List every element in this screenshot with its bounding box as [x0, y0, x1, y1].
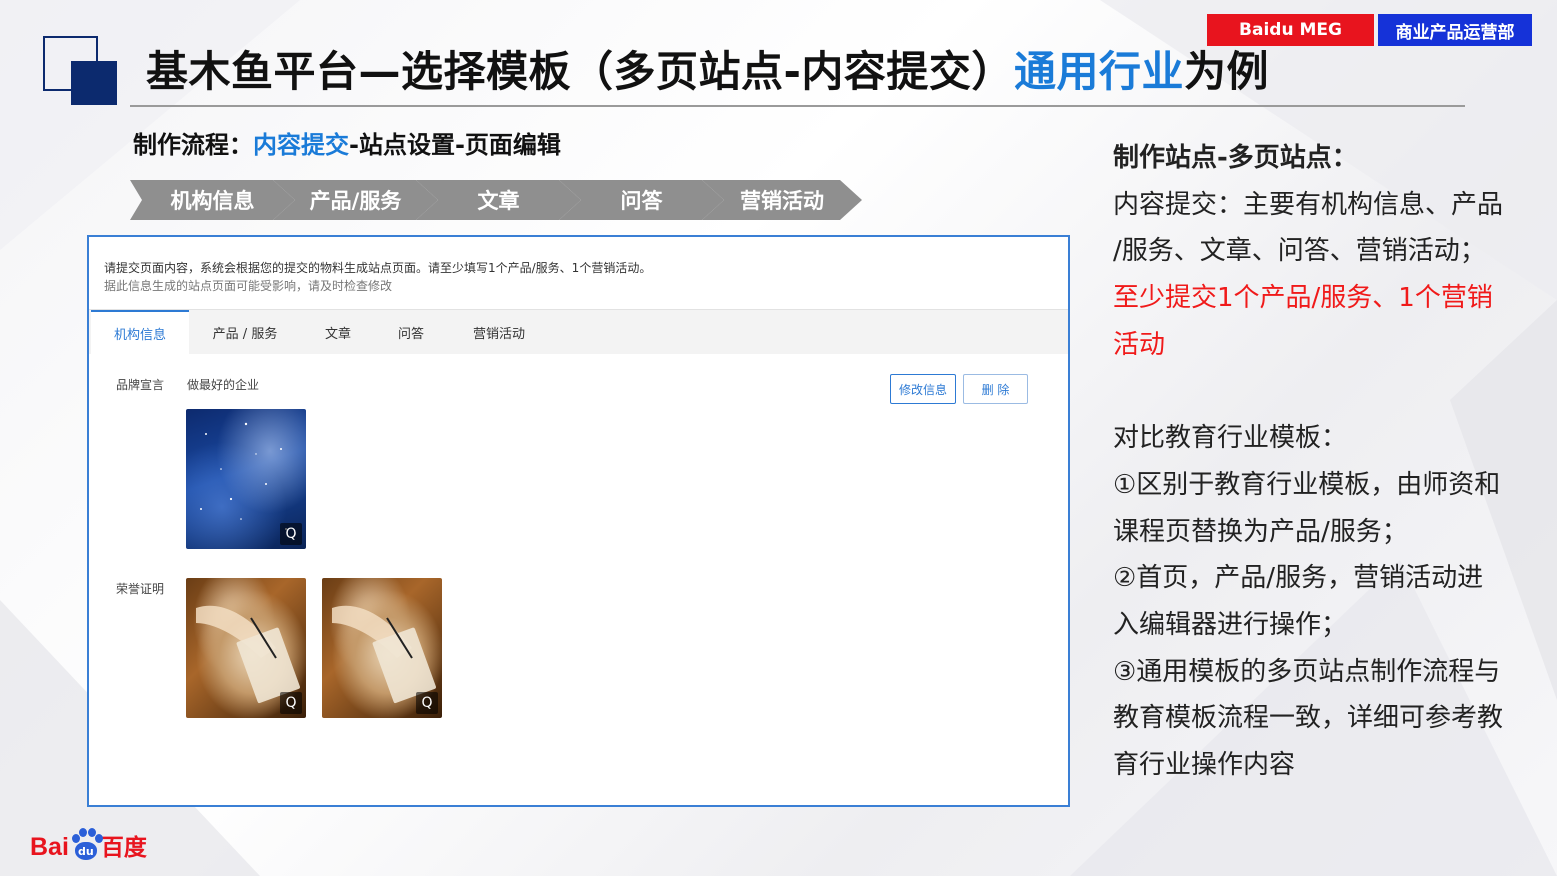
compare-line: 课程页替换为产品/服务； — [1113, 516, 1408, 547]
title-part2: 为例 — [1183, 47, 1269, 96]
step-chevron: 产品/服务 — [273, 180, 438, 220]
edit-info-button[interactable]: 修改信息 — [890, 374, 956, 404]
honor-image-thumbnail[interactable]: Q — [322, 578, 442, 718]
tab-org-info[interactable]: 机构信息 — [91, 310, 189, 354]
compare-line: 入编辑器进行操作； — [1113, 610, 1348, 641]
compare-line: 育行业操作内容 — [1113, 750, 1296, 781]
flow-current-step: 内容提交 — [253, 131, 349, 159]
tab-qa[interactable]: 问答 — [382, 310, 440, 354]
page-title: 基木鱼平台—选择模板（多页站点-内容提交）通用行业为例 — [146, 38, 1269, 99]
brand-slogan-label: 品牌宣言 — [116, 378, 165, 392]
explanation-text: 制作站点-多页站点： 内容提交：主要有机构信息、产品 /服务、文章、问答、营销活… — [1113, 135, 1533, 789]
tab-products-services[interactable]: 产品 / 服务 — [199, 310, 291, 354]
content-submission-panel: 请提交页面内容，系统会根据您的提交的物料生成站点页面。请至少填写1个产品/服务、… — [87, 235, 1070, 807]
compare-line: 教育模板流程一致，详细可参考教 — [1113, 703, 1504, 734]
zoom-icon[interactable]: Q — [280, 692, 302, 714]
compare-line: ①区别于教育行业模板，由师资和 — [1113, 469, 1501, 500]
flow-rest: -站点设置-页面编辑 — [349, 131, 561, 159]
notice-text: 请提交页面内容，系统会根据您的提交的物料生成站点页面。请至少填写1个产品/服务、… — [104, 259, 651, 295]
notice-line1: 请提交页面内容，系统会根据您的提交的物料生成站点页面。请至少填写1个产品/服务、… — [104, 261, 652, 275]
brand-slogan-value: 做最好的企业 — [187, 378, 260, 392]
delete-button[interactable]: 删 除 — [963, 374, 1028, 404]
brand-image-thumbnail[interactable]: Q — [186, 409, 306, 549]
explanation-heading: 制作站点-多页站点： — [1113, 143, 1358, 173]
logo-du-text: du — [74, 842, 97, 860]
zoom-icon[interactable]: Q — [416, 692, 438, 714]
requirement-line: 至少提交1个产品/服务、1个营销 — [1113, 283, 1493, 314]
logo-bai-text: Bai — [30, 833, 69, 861]
baidu-logo: Bai du 百度 — [30, 822, 147, 862]
tab-marketing[interactable]: 营销活动 — [459, 310, 539, 354]
tab-articles[interactable]: 文章 — [309, 310, 367, 354]
compare-line: ②首页，产品/服务，营销活动进 — [1113, 563, 1484, 594]
step-chevron: 文章 — [416, 180, 581, 220]
title-part1: 基木鱼平台—选择模板（多页站点-内容提交） — [146, 47, 1014, 96]
tab-bar: 机构信息 产品 / 服务 文章 问答 营销活动 — [89, 310, 1068, 354]
step-chevron: 问答 — [559, 180, 724, 220]
compare-heading: 对比教育行业模板： — [1113, 423, 1348, 454]
logo-baidu-cn: 百度 — [100, 835, 147, 861]
title-divider — [130, 105, 1465, 107]
flow-label: 制作流程： — [133, 131, 253, 159]
flow-caption: 制作流程：内容提交-站点设置-页面编辑 — [133, 125, 561, 160]
honor-cert-label: 荣誉证明 — [116, 582, 165, 596]
notice-line2: 据此信息生成的站点页面可能受影响，请及时检查修改 — [104, 279, 393, 293]
title-highlight: 通用行业 — [1013, 47, 1184, 96]
paw-toe — [71, 834, 80, 843]
honor-image-thumbnail[interactable]: Q — [186, 578, 306, 718]
step-chevron: 机构信息 — [130, 180, 295, 220]
explanation-line: /服务、文章、问答、营销活动； — [1113, 236, 1486, 267]
department-badge: 商业产品运营部 — [1378, 14, 1532, 46]
paw-icon: du — [70, 828, 103, 862]
requirement-line: 活动 — [1113, 329, 1166, 360]
zoom-icon[interactable]: Q — [280, 523, 302, 545]
explanation-line: 内容提交：主要有机构信息、产品 — [1113, 189, 1504, 220]
step-chevron: 营销活动 — [702, 180, 862, 220]
logo-square-fill — [71, 61, 117, 105]
paw-toe — [78, 828, 87, 837]
paw-toe — [94, 834, 103, 843]
compare-line: ③通用模板的多页站点制作流程与 — [1113, 656, 1501, 687]
step-chevrons: 机构信息 产品/服务 文章 问答 营销活动 — [130, 180, 870, 220]
